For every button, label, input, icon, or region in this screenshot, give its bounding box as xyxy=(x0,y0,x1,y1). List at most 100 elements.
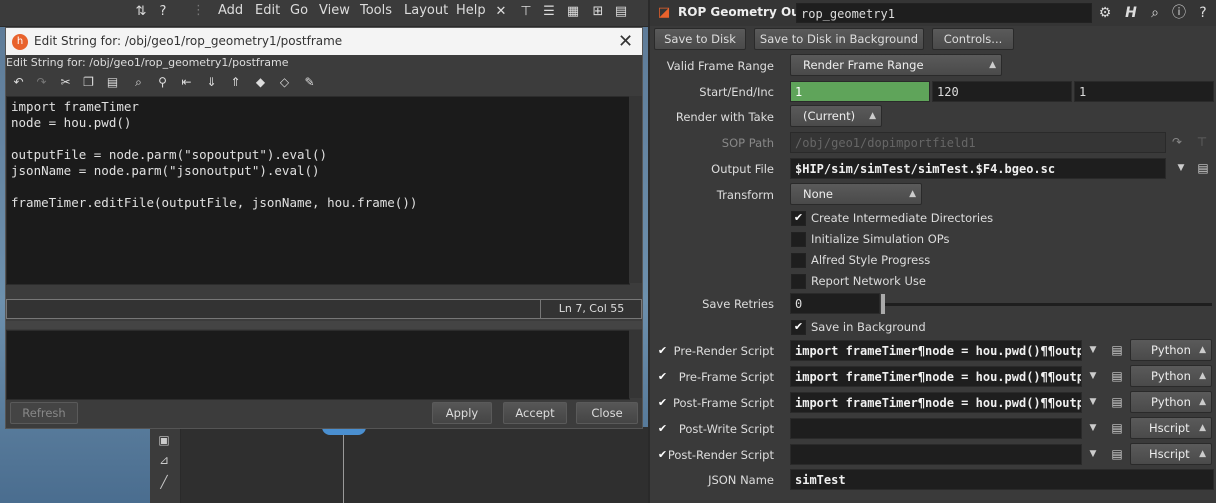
network-pane[interactable] xyxy=(150,427,648,503)
sop-path-field[interactable]: /obj/geo1/dopimportfield1 xyxy=(790,132,1166,153)
alfred-checkbox[interactable] xyxy=(791,253,806,268)
editor-scrollbar[interactable] xyxy=(629,96,642,283)
menu-help[interactable]: Help xyxy=(456,3,486,18)
console-scrollbar[interactable] xyxy=(629,330,642,398)
controls-button[interactable]: Controls... xyxy=(932,28,1014,50)
start-frame-field[interactable]: 1 xyxy=(790,81,930,102)
grid-icon[interactable]: ⊞ xyxy=(590,4,606,20)
post-render-field[interactable] xyxy=(790,444,1082,465)
save-in-background-checkbox[interactable]: ✔ xyxy=(791,320,806,335)
increment-field[interactable]: 1 xyxy=(1074,81,1214,102)
redo-icon[interactable]: ↷ xyxy=(33,74,50,91)
post-write-label: Post-Write Script xyxy=(678,422,774,436)
menu-add[interactable]: Add xyxy=(218,3,243,18)
help-icon[interactable]: ? xyxy=(155,4,171,20)
accept-button[interactable]: Accept xyxy=(503,402,567,424)
node-chooser-icon[interactable]: ⊤ xyxy=(1195,135,1209,151)
post-write-lang-menu[interactable]: Hscript ▲ xyxy=(1130,417,1212,439)
output-file-field[interactable]: $HIP/sim/simTest/simTest.$F4.bgeo.sc xyxy=(790,158,1166,179)
gear-icon[interactable]: ⚙ xyxy=(1096,4,1114,22)
wire-icon[interactable]: ╱ xyxy=(156,475,172,491)
post-write-field[interactable] xyxy=(790,418,1082,439)
file-chooser-icon[interactable]: ▤ xyxy=(1110,369,1124,385)
undo-icon[interactable]: ↶ xyxy=(10,74,27,91)
search-icon[interactable]: ⌕ xyxy=(1146,4,1164,22)
create-dirs-checkbox[interactable]: ✔ xyxy=(791,211,806,226)
init-sim-checkbox[interactable] xyxy=(791,232,806,247)
valid-frame-range-menu[interactable]: Render Frame Range ▲ xyxy=(790,54,1002,76)
json-name-field[interactable]: simTest xyxy=(790,469,1214,490)
replace-icon[interactable]: ⚲ xyxy=(154,74,171,91)
list-view-icon[interactable]: ☰ xyxy=(541,4,557,20)
code-editor[interactable]: import frameTimer node = hou.pwd() outpu… xyxy=(6,96,630,285)
menu-edit[interactable]: Edit xyxy=(255,3,280,18)
tree-view-icon[interactable]: ⊤ xyxy=(518,4,534,20)
info-icon[interactable]: ⓘ xyxy=(1170,4,1188,22)
post-frame-field[interactable]: import frameTimer¶node = hou.pwd()¶¶outp… xyxy=(790,392,1082,413)
dropdown-arrow-icon[interactable]: ▼ xyxy=(1174,158,1188,179)
node-name-field[interactable]: rop_geometry1 xyxy=(796,3,1092,23)
render-with-take-menu[interactable]: (Current) ▲ xyxy=(790,105,882,127)
cut-icon[interactable]: ✂ xyxy=(57,74,74,91)
post-frame-lang-menu[interactable]: Python ▲ xyxy=(1130,391,1212,413)
updown-arrow-icon: ▲ xyxy=(1199,397,1206,407)
tree-icon[interactable]: ⇅ xyxy=(133,4,149,20)
indent-icon[interactable]: ⇤ xyxy=(178,74,195,91)
console-output[interactable] xyxy=(6,330,630,400)
comment-icon[interactable]: ◆ xyxy=(252,74,269,91)
render-with-take-value: (Current) xyxy=(803,109,856,123)
close-button[interactable]: Close xyxy=(576,402,638,424)
save-to-disk-background-button[interactable]: Save to Disk in Background xyxy=(754,28,924,50)
layout-icon[interactable]: ▣ xyxy=(156,433,172,449)
end-frame-field[interactable]: 120 xyxy=(932,81,1072,102)
save-file-icon[interactable]: ⇑ xyxy=(227,74,244,91)
help-icon[interactable]: ? xyxy=(1194,4,1212,22)
pane-splitter[interactable] xyxy=(6,321,642,329)
post-render-lang-menu[interactable]: Hscript ▲ xyxy=(1130,443,1212,465)
pre-frame-lang-menu[interactable]: Python ▲ xyxy=(1130,365,1212,387)
display-options-icon[interactable]: ▤ xyxy=(613,4,629,20)
find-icon[interactable]: ⌕ xyxy=(130,74,147,91)
pre-render-field[interactable]: import frameTimer¶node = hou.pwd()¶¶outp… xyxy=(790,340,1082,361)
dropdown-arrow-icon[interactable]: ▼ xyxy=(1086,340,1100,361)
refresh-button[interactable]: Refresh xyxy=(10,402,78,424)
close-icon[interactable]: ✕ xyxy=(618,31,633,52)
report-network-checkbox[interactable] xyxy=(791,274,806,289)
pre-frame-field[interactable]: import frameTimer¶node = hou.pwd()¶¶outp… xyxy=(790,366,1082,387)
file-chooser-icon[interactable]: ▤ xyxy=(1110,447,1124,463)
pre-render-lang-menu[interactable]: Python ▲ xyxy=(1130,339,1212,361)
jump-icon[interactable]: ↷ xyxy=(1170,135,1184,151)
dialog-title: Edit String for: /obj/geo1/rop_geometry1… xyxy=(34,34,343,48)
save-retries-slider-track[interactable] xyxy=(884,303,1212,306)
align-icon[interactable]: ⊿ xyxy=(156,453,172,469)
network-toolbar: ▣ ⊿ ╱ xyxy=(150,427,181,503)
houdini-h-icon[interactable]: H xyxy=(1122,4,1140,22)
color-palette-icon[interactable]: ▦ xyxy=(565,4,581,20)
paste-icon[interactable]: ▤ xyxy=(104,74,121,91)
render-with-take-label: Render with Take xyxy=(675,110,774,124)
save-to-disk-button[interactable]: Save to Disk xyxy=(654,28,746,50)
menu-tools[interactable]: Tools xyxy=(360,3,392,18)
code-text[interactable]: import frameTimer node = hou.pwd() outpu… xyxy=(11,99,417,211)
menu-layout[interactable]: Layout xyxy=(404,3,448,18)
save-retries-slider-handle[interactable] xyxy=(881,294,885,314)
dropdown-arrow-icon[interactable]: ▼ xyxy=(1086,392,1100,413)
transform-menu[interactable]: None ▲ xyxy=(790,183,922,205)
save-retries-field[interactable]: 0 xyxy=(790,293,880,314)
menu-view[interactable]: View xyxy=(319,3,350,18)
dropdown-arrow-icon[interactable]: ▼ xyxy=(1086,418,1100,439)
edit-icon[interactable]: ✎ xyxy=(301,74,318,91)
sop-path-label: SOP Path xyxy=(721,136,774,150)
copy-icon[interactable]: ❐ xyxy=(80,74,97,91)
load-file-icon[interactable]: ⇓ xyxy=(203,74,220,91)
file-chooser-icon[interactable]: ▤ xyxy=(1196,161,1210,177)
apply-button[interactable]: Apply xyxy=(432,402,492,424)
uncomment-icon[interactable]: ◇ xyxy=(276,74,293,91)
dropdown-arrow-icon[interactable]: ▼ xyxy=(1086,366,1100,387)
dropdown-arrow-icon[interactable]: ▼ xyxy=(1086,444,1100,465)
tools-icon[interactable]: ✕ xyxy=(493,4,509,20)
file-chooser-icon[interactable]: ▤ xyxy=(1110,395,1124,411)
file-chooser-icon[interactable]: ▤ xyxy=(1110,421,1124,437)
menu-go[interactable]: Go xyxy=(290,3,308,18)
file-chooser-icon[interactable]: ▤ xyxy=(1110,343,1124,359)
